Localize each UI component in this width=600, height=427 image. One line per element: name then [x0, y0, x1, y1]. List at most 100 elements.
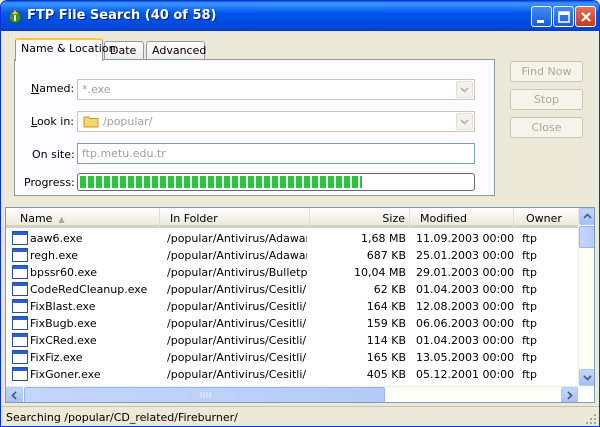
ftp-search-window: FTP File Search (40 of 58) Name & Locati… — [0, 0, 600, 427]
table-row[interactable]: CodeRedCleanup.exe /popular/Antivirus/Ce… — [6, 281, 578, 298]
close-button[interactable]: Close — [510, 117, 583, 138]
chevron-down-icon — [460, 119, 469, 125]
vertical-scroll-thumb[interactable] — [579, 226, 594, 248]
table-row[interactable]: bpssr60.exe /popular/Antivirus/Bulletpr.… — [6, 264, 578, 281]
table-row[interactable]: FixFiz.exe /popular/Antivirus/Cesitli/ 1… — [6, 349, 578, 366]
file-name: FixBlast.exe — [30, 300, 96, 313]
named-combo[interactable]: *.exe — [77, 79, 475, 100]
column-header-name[interactable]: Name ▲ — [6, 208, 160, 227]
table-row[interactable]: FixGoner.exe /popular/Antivirus/Cesitli/… — [6, 366, 578, 383]
close-window-button[interactable] — [575, 6, 596, 27]
scroll-up-button[interactable] — [579, 208, 594, 225]
file-modified: 29.01.2003 00:00 — [416, 266, 515, 279]
column-header-size[interactable]: Size — [310, 208, 410, 227]
vertical-scrollbar[interactable] — [578, 208, 594, 386]
column-header-owner[interactable]: Owner — [514, 208, 578, 227]
table-row[interactable]: FixBlast.exe /popular/Antivirus/Cesitli/… — [6, 298, 578, 315]
file-size: 159 KB — [366, 317, 406, 330]
tab-name-location[interactable]: Name & Location — [15, 38, 116, 61]
scroll-down-button[interactable] — [579, 369, 594, 386]
onsite-label: On site: — [32, 148, 75, 161]
exe-file-icon — [12, 350, 28, 364]
file-modified: 13.05.2003 00:00 — [416, 351, 515, 364]
exe-file-icon — [12, 231, 28, 245]
maximize-button[interactable] — [553, 6, 574, 27]
file-size: 165 KB — [366, 351, 406, 364]
column-title: Size — [382, 212, 405, 225]
find-now-button[interactable]: Find Now — [510, 61, 583, 82]
sort-ascending-icon: ▲ — [58, 215, 65, 224]
lookin-value: /popular/ — [103, 115, 153, 128]
horizontal-scroll-thumb[interactable] — [24, 387, 385, 402]
file-modified: 01.04.2003 00:00 — [416, 334, 515, 347]
file-owner: ftp — [522, 283, 537, 296]
table-row[interactable]: FixBugb.exe /popular/Antivirus/Cesitli/ … — [6, 315, 578, 332]
file-modified: 06.06.2003 00:00 — [416, 317, 515, 330]
file-name: regh.exe — [30, 249, 79, 262]
scroll-left-button[interactable] — [6, 387, 23, 402]
chevron-down-icon — [460, 87, 469, 93]
file-name: FixGoner.exe — [30, 368, 101, 381]
exe-file-icon — [12, 316, 28, 330]
file-modified: 11.09.2003 00:00 — [416, 232, 515, 245]
file-name: FixCRed.exe — [30, 334, 97, 347]
file-size: 10,04 MB — [353, 266, 406, 279]
lookin-combo[interactable]: /popular/ — [77, 111, 475, 132]
file-folder: /popular/Antivirus/Cesitli/ — [167, 283, 307, 296]
dropdown-arrow[interactable] — [456, 113, 473, 130]
chevron-left-icon — [11, 391, 17, 400]
tab-label: Advanced — [152, 44, 207, 57]
column-title: Owner — [526, 212, 562, 225]
column-header-folder[interactable]: In Folder — [160, 208, 310, 227]
file-folder: /popular/Antivirus/Cesitli/ — [167, 317, 307, 330]
file-size: 164 KB — [366, 300, 406, 313]
ftp-app-icon — [8, 10, 22, 24]
file-name: bpssr60.exe — [30, 266, 97, 279]
tab-advanced[interactable]: Advanced — [146, 41, 207, 60]
file-name: aaw6.exe — [30, 232, 83, 245]
minimize-icon — [537, 20, 544, 23]
minimize-button[interactable] — [531, 6, 552, 27]
file-owner: ftp — [522, 232, 537, 245]
file-size: 405 KB — [366, 368, 406, 381]
exe-file-icon — [12, 367, 28, 381]
exe-file-icon — [12, 265, 28, 279]
horizontal-scrollbar[interactable] — [6, 386, 578, 402]
lookin-label: Look in: — [31, 115, 74, 128]
file-folder: /popular/Antivirus/Adaware/ — [167, 232, 307, 245]
column-header-modified[interactable]: Modified — [410, 208, 514, 227]
file-owner: ftp — [522, 249, 537, 262]
table-row[interactable]: aaw6.exe /popular/Antivirus/Adaware/ 1,6… — [6, 230, 578, 247]
folder-icon — [83, 116, 99, 128]
scroll-right-button[interactable] — [561, 387, 578, 402]
chevron-up-icon — [583, 213, 592, 219]
file-size: 62 KB — [373, 283, 406, 296]
lookin-label-rest: ook in: — [36, 115, 74, 128]
title-bar[interactable]: FTP File Search (40 of 58) — [1, 1, 599, 31]
table-row[interactable]: FixCRed.exe /popular/Antivirus/Cesitli/ … — [6, 332, 578, 349]
file-size: 114 KB — [366, 334, 406, 347]
named-label: Named: — [31, 82, 75, 95]
onsite-field[interactable]: ftp.metu.edu.tr — [77, 143, 475, 164]
file-modified: 05.12.2001 00:00 — [416, 368, 515, 381]
table-row[interactable]: regh.exe /popular/Antivirus/Adaware/ 687… — [6, 247, 578, 264]
stop-button[interactable]: Stop — [510, 89, 583, 110]
file-name: CodeRedCleanup.exe — [30, 283, 148, 296]
file-owner: ftp — [522, 300, 537, 313]
close-icon — [581, 12, 591, 22]
window-title: FTP File Search (40 of 58) — [27, 8, 217, 23]
chevron-down-icon — [583, 375, 592, 381]
column-title: In Folder — [170, 212, 218, 225]
named-label-rest: amed: — [39, 82, 75, 95]
file-folder: /popular/Antivirus/Cesitli/ — [167, 368, 307, 381]
file-modified: 01.04.2003 00:00 — [416, 283, 515, 296]
list-header: Name ▲ In Folder Size Modified Owner — [6, 208, 578, 228]
status-bar: Searching /popular/CD_related/Fireburner… — [1, 406, 599, 426]
file-owner: ftp — [522, 368, 537, 381]
dropdown-arrow[interactable] — [456, 81, 473, 98]
file-owner: ftp — [522, 317, 537, 330]
file-folder: /popular/Antivirus/Cesitli/ — [167, 351, 307, 364]
progress-fill — [80, 176, 363, 188]
resize-grip-icon[interactable] — [585, 413, 597, 425]
tab-label: Name & Location — [21, 42, 116, 55]
